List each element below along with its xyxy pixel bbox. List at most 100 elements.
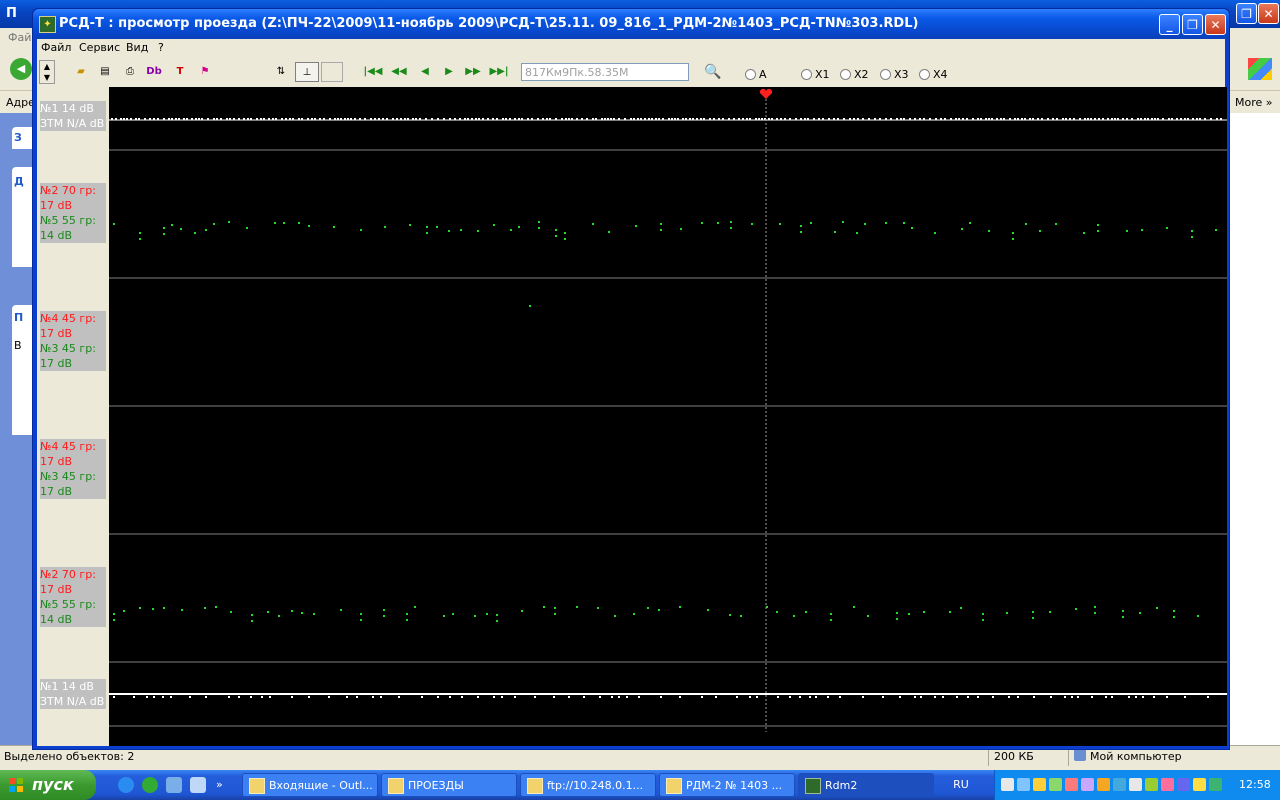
background-close-button[interactable]: ✕ bbox=[1258, 3, 1279, 24]
clock[interactable]: 12:58 bbox=[1239, 778, 1271, 791]
more-button[interactable]: More » bbox=[1235, 96, 1273, 109]
echo-point bbox=[680, 228, 682, 230]
task-rdm2[interactable]: Rdm2 bbox=[798, 773, 934, 797]
outlook-icon[interactable] bbox=[166, 777, 182, 793]
echo-point bbox=[246, 227, 248, 229]
search-icon[interactable]: 🔍 bbox=[703, 62, 723, 82]
echo-point bbox=[406, 613, 408, 615]
tray-icon[interactable] bbox=[1177, 778, 1190, 791]
echo-point bbox=[810, 222, 812, 224]
language-indicator[interactable]: RU bbox=[944, 778, 978, 792]
step-back-icon[interactable]: ◀ bbox=[415, 62, 435, 82]
rail-signal-tick bbox=[660, 696, 662, 698]
skip-first-icon[interactable]: |◀◀ bbox=[363, 62, 383, 82]
rail-signal-tick bbox=[713, 118, 715, 120]
echo-point bbox=[1012, 232, 1014, 234]
menu-service[interactable]: Сервис bbox=[79, 41, 120, 54]
rail-signal-tick bbox=[630, 118, 632, 120]
start-button[interactable]: пуск bbox=[0, 770, 96, 800]
database-icon[interactable]: Db bbox=[144, 62, 164, 82]
echo-point bbox=[729, 614, 731, 616]
km-position-input[interactable]: 817Км9Пк.58.35М bbox=[521, 63, 689, 81]
axis-scale-icon[interactable]: ⊥ bbox=[295, 62, 319, 82]
background-window-title: П bbox=[6, 6, 17, 21]
rail-signal-tick bbox=[1094, 118, 1096, 120]
tray-icon[interactable] bbox=[1001, 778, 1014, 791]
step-forward-icon[interactable]: ▶ bbox=[439, 62, 459, 82]
quicklaunch-arrow-icon[interactable] bbox=[190, 777, 206, 793]
tray-icon[interactable] bbox=[1065, 778, 1078, 791]
rail-signal-tick bbox=[229, 118, 231, 120]
rail-signal-tick bbox=[776, 118, 778, 120]
maximize-button[interactable]: ❐ bbox=[1182, 14, 1203, 35]
rail-signal-tick bbox=[337, 118, 339, 120]
rail-signal-tick bbox=[347, 118, 349, 120]
tray-icon[interactable] bbox=[1145, 778, 1158, 791]
skip-last-icon[interactable]: ▶▶| bbox=[489, 62, 509, 82]
blank-toggle-button[interactable] bbox=[321, 62, 343, 82]
background-restore-button[interactable]: ❐ bbox=[1236, 3, 1257, 24]
task-pane-card[interactable]: Д bbox=[12, 167, 34, 267]
print-icon[interactable]: ⎙ bbox=[120, 62, 140, 82]
back-icon[interactable]: ◀ bbox=[10, 58, 32, 80]
rail-signal-tick bbox=[809, 696, 811, 698]
tray-icon[interactable] bbox=[1081, 778, 1094, 791]
rail-signal-tick bbox=[449, 696, 451, 698]
rail-signal-tick bbox=[1153, 696, 1155, 698]
text-t-icon[interactable]: T bbox=[170, 62, 190, 82]
rail-signal-tick bbox=[120, 118, 122, 120]
rail-signal-tick bbox=[268, 118, 270, 120]
menu-help[interactable]: ? bbox=[158, 41, 164, 54]
task-inbox[interactable]: Входящие - Outl... bbox=[242, 773, 378, 797]
task-rdm2-doc[interactable]: РДМ-2 № 1403 ... bbox=[659, 773, 795, 797]
echo-point bbox=[1032, 617, 1034, 619]
task-pane-card[interactable]: ПВ bbox=[12, 305, 34, 435]
app-titlebar[interactable]: ✦ РСД-Т : просмотр проезда (Z:\ПЧ-22\200… bbox=[33, 9, 1229, 39]
rail-signal-tick bbox=[501, 696, 503, 698]
tray-icon[interactable] bbox=[1033, 778, 1046, 791]
internet-explorer-icon[interactable] bbox=[118, 777, 134, 793]
echo-point bbox=[477, 230, 479, 232]
open-folder-icon[interactable]: ▰ bbox=[71, 62, 91, 82]
fast-forward-icon[interactable]: ▶▶ bbox=[463, 62, 483, 82]
signal-plot-area[interactable] bbox=[109, 87, 1227, 746]
tray-icon[interactable] bbox=[1161, 778, 1174, 791]
tray-icon[interactable] bbox=[1113, 778, 1126, 791]
background-menu-file[interactable]: Фай bbox=[8, 31, 31, 44]
rail-signal-tick bbox=[546, 118, 548, 120]
task-pane-card[interactable]: З bbox=[12, 127, 34, 149]
rail-signal-tick bbox=[272, 118, 274, 120]
marker-flag-icon[interactable]: ⚑ bbox=[195, 62, 215, 82]
menu-file[interactable]: Файл bbox=[41, 41, 71, 54]
task-ftp[interactable]: ftp://10.248.0.1... bbox=[520, 773, 656, 797]
rail-signal-tick bbox=[896, 118, 898, 120]
rewind-icon[interactable]: ◀◀ bbox=[389, 62, 409, 82]
rail-signal-tick bbox=[437, 118, 439, 120]
rail-signal-tick bbox=[392, 118, 394, 120]
task-folder[interactable]: ПРОЕЗДЫ bbox=[381, 773, 517, 797]
echo-point bbox=[740, 615, 742, 617]
close-button[interactable]: ✕ bbox=[1205, 14, 1226, 35]
updown-spinner[interactable]: ▲ ▼ bbox=[39, 60, 55, 84]
minimize-button[interactable]: _ bbox=[1159, 14, 1180, 35]
echo-point bbox=[834, 231, 836, 233]
tray-icon[interactable] bbox=[1193, 778, 1206, 791]
rail-signal-tick bbox=[126, 118, 128, 120]
echo-point bbox=[730, 221, 732, 223]
rail-signal-tick bbox=[407, 118, 409, 120]
echo-point bbox=[113, 613, 115, 615]
tray-icon[interactable] bbox=[1017, 778, 1030, 791]
menu-view[interactable]: Вид bbox=[126, 41, 148, 54]
signal-plot-svg[interactable] bbox=[109, 87, 1227, 746]
echo-point bbox=[180, 228, 182, 230]
vertical-scale-icon[interactable]: ⇅ bbox=[271, 62, 291, 82]
tray-icon[interactable] bbox=[1129, 778, 1142, 791]
quicklaunch-app-icon[interactable] bbox=[142, 777, 158, 793]
tray-icon[interactable] bbox=[1209, 778, 1222, 791]
tray-icon[interactable] bbox=[1097, 778, 1110, 791]
rail-signal-tick bbox=[1142, 696, 1144, 698]
task-label: ftp://10.248.0.1... bbox=[547, 779, 644, 792]
document-icon[interactable]: ▤ bbox=[95, 62, 115, 82]
tray-icon[interactable] bbox=[1049, 778, 1062, 791]
quicklaunch-expand-icon[interactable]: » bbox=[216, 778, 223, 791]
